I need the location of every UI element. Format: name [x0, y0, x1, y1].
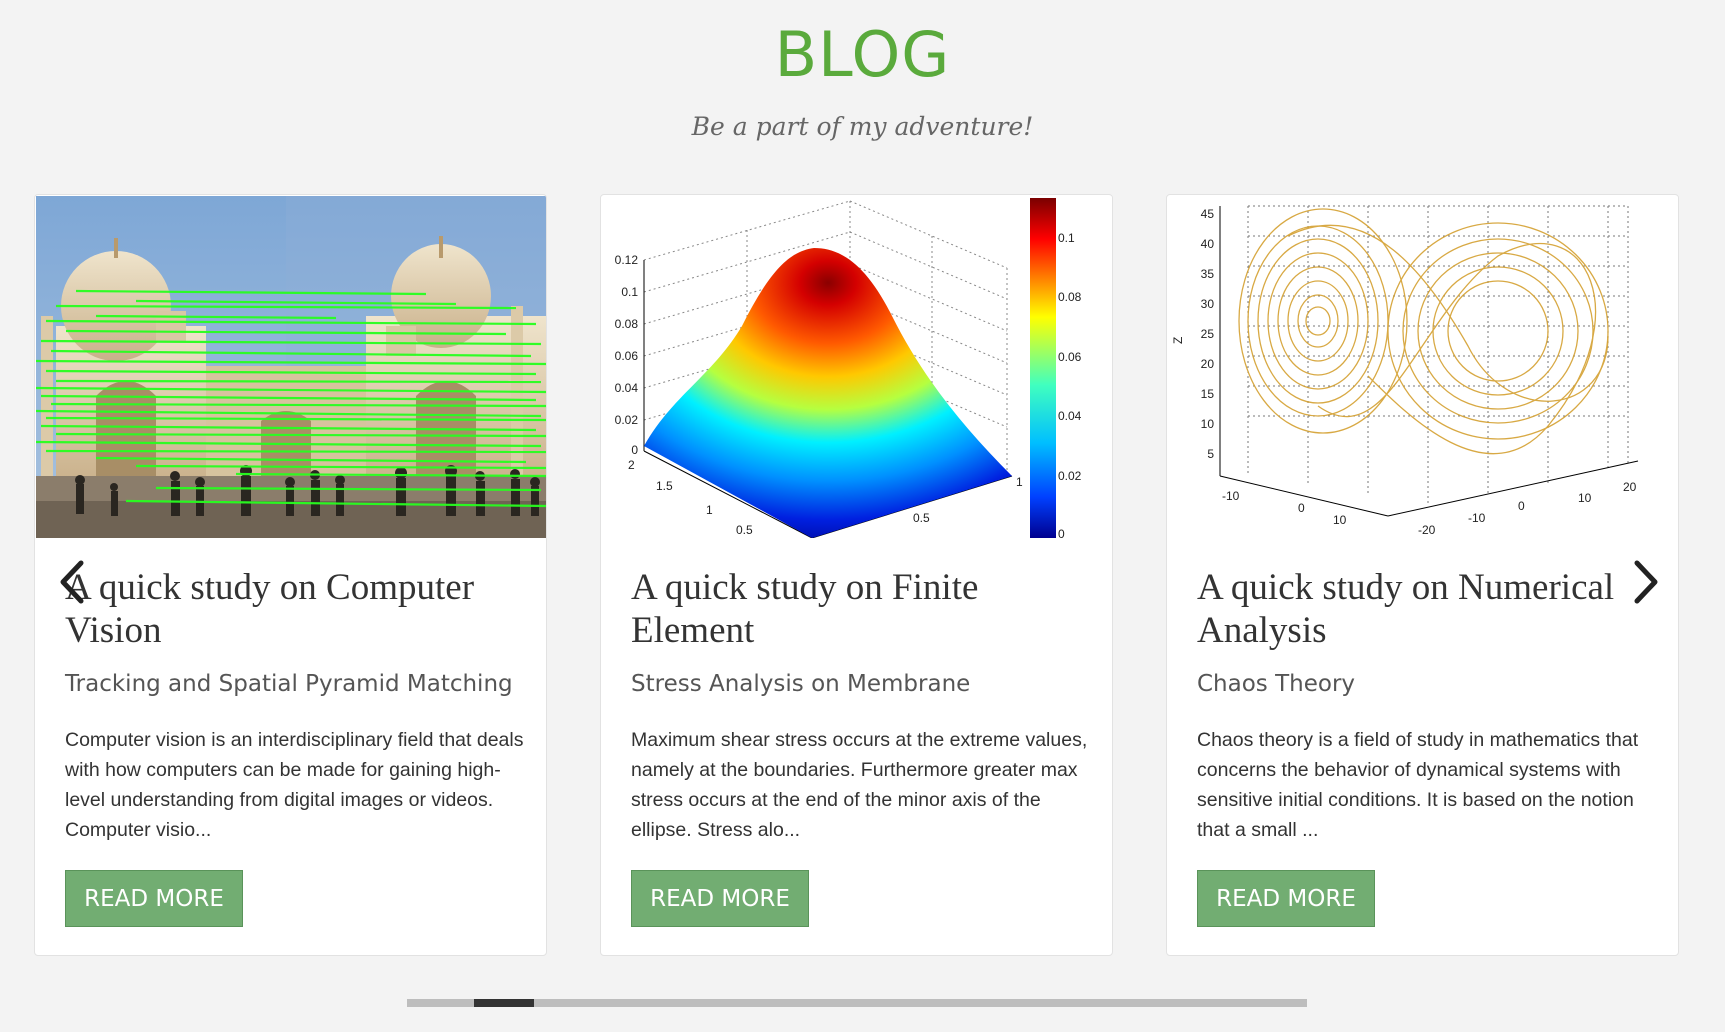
read-more-button[interactable]: READ MORE	[631, 870, 809, 927]
post-subtitle: Stress Analysis on Membrane	[631, 671, 971, 697]
blog-card: 0.12 0.1 0.08 0.06 0.04 0.02 0 2 1.5 1 0…	[600, 194, 1113, 956]
z-tick: 0	[631, 443, 638, 457]
x-tick: 2	[628, 458, 635, 472]
carousel-prev-button[interactable]	[54, 560, 90, 608]
colorbar-tick: 0.04	[1058, 409, 1082, 423]
z-tick: 15	[1201, 387, 1215, 401]
y-tick: 20	[1623, 480, 1637, 494]
x-tick: 10	[1333, 513, 1347, 527]
chevron-right-icon	[1633, 560, 1659, 609]
y-tick: -10	[1468, 511, 1486, 525]
y-tick: 1	[1016, 475, 1023, 489]
colorbar-tick: 0.1	[1058, 231, 1075, 245]
z-tick: 35	[1201, 267, 1215, 281]
blog-carousel: A quick study on Computer Vision Trackin…	[0, 0, 1725, 1032]
x-tick: 0	[1298, 501, 1305, 515]
y-tick: 0	[1518, 499, 1525, 513]
read-more-button[interactable]: READ MORE	[1197, 870, 1375, 927]
post-excerpt: Chaos theory is a field of study in math…	[1197, 729, 1639, 841]
z-tick: 45	[1201, 207, 1215, 221]
blog-card: 45 40 35 30 25 20 15 10 5 Z -10 0 10 -20…	[1166, 194, 1679, 956]
colorbar-tick: 0	[1058, 527, 1065, 538]
z-tick: 5	[1207, 447, 1214, 461]
post-image-taj-mahal[interactable]	[36, 196, 546, 538]
read-more-button[interactable]: READ MORE	[65, 870, 243, 927]
z-tick: 0.06	[615, 349, 639, 363]
y-tick: 10	[1578, 491, 1592, 505]
z-tick: 40	[1201, 237, 1215, 251]
colorbar	[1030, 198, 1056, 538]
y-tick: 0.5	[913, 511, 930, 525]
z-tick: 0.1	[621, 285, 638, 299]
x-tick: 1.5	[656, 479, 673, 493]
colorbar-tick: 0.08	[1058, 290, 1082, 304]
colorbar-tick: 0.06	[1058, 350, 1082, 364]
z-tick: 0.02	[615, 413, 639, 427]
z-tick: 30	[1201, 297, 1215, 311]
carousel-scrollbar[interactable]	[407, 999, 1307, 1007]
z-tick: 0.12	[615, 253, 639, 267]
post-title[interactable]: A quick study on Finite Element	[631, 566, 1091, 652]
colorbar-tick: 0.02	[1058, 469, 1082, 483]
post-excerpt: Maximum shear stress occurs at the extre…	[631, 729, 1088, 841]
z-tick: 20	[1201, 357, 1215, 371]
post-subtitle: Tracking and Spatial Pyramid Matching	[65, 671, 513, 697]
x-tick: -10	[1222, 489, 1240, 503]
chevron-left-icon	[59, 560, 85, 609]
z-tick: 10	[1201, 417, 1215, 431]
post-excerpt: Computer vision is an interdisciplinary …	[65, 729, 524, 841]
z-tick: 0.08	[615, 317, 639, 331]
blog-card: A quick study on Computer Vision Trackin…	[34, 194, 547, 956]
post-title[interactable]: A quick study on Numerical Analysis	[1197, 566, 1657, 652]
carousel-next-button[interactable]	[1628, 560, 1664, 608]
z-tick: 25	[1201, 327, 1215, 341]
x-tick: 0.5	[736, 523, 753, 537]
y-tick: -20	[1418, 523, 1436, 537]
carousel-scrollbar-thumb[interactable]	[474, 999, 534, 1007]
post-subtitle: Chaos Theory	[1197, 671, 1356, 697]
post-image-stress-plot[interactable]: 0.12 0.1 0.08 0.06 0.04 0.02 0 2 1.5 1 0…	[602, 196, 1112, 538]
z-axis-label: Z	[1171, 337, 1185, 344]
x-tick: 1	[706, 503, 713, 517]
z-tick: 0.04	[615, 381, 639, 395]
post-title[interactable]: A quick study on Computer Vision	[65, 566, 525, 652]
post-image-lorenz-attractor[interactable]: 45 40 35 30 25 20 15 10 5 Z -10 0 10 -20…	[1168, 196, 1678, 538]
